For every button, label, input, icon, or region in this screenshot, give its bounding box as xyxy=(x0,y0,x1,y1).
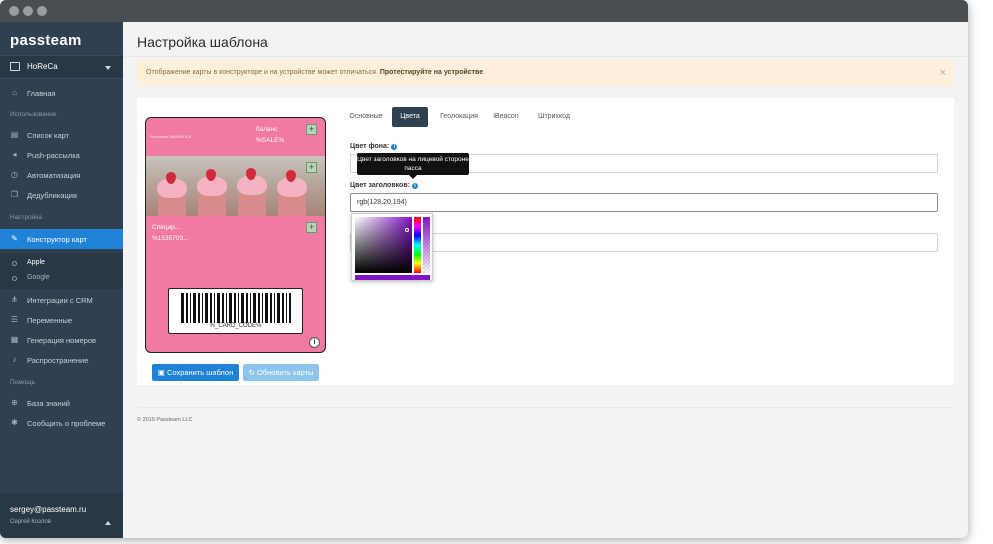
copyright: © 2019 Passteam LLC xyxy=(137,417,193,423)
color-picker[interactable] xyxy=(351,213,433,281)
barcode: %_CARD_CODE% xyxy=(168,288,303,334)
tab-barcode[interactable]: Штрихкод xyxy=(531,107,577,127)
cart-icon: ▤ xyxy=(10,130,19,139)
card-preview: Passteam DASHBOCK баланс %SALE% + + Спец… xyxy=(145,117,326,353)
copy-icon: ❐ xyxy=(10,190,19,199)
section-help: Помощь xyxy=(10,379,36,386)
card-preview-panel: Passteam DASHBOCK баланс %SALE% + + Спец… xyxy=(137,98,333,385)
refresh-cards-button[interactable]: ↻ Обновить карты xyxy=(243,364,319,381)
sidebar-item-home[interactable]: ⌂ Главная xyxy=(0,83,123,103)
app-window: passteam HoReCa ⌂ Главная Использование … xyxy=(0,0,968,538)
alert-link[interactable]: Протестируйте на устройстве xyxy=(380,69,483,76)
sidebar-item-push[interactable]: ◂ Push-рассылка xyxy=(0,145,123,165)
sidebar-item-automation[interactable]: ◷ Автоматизация xyxy=(0,165,123,185)
card-balance-value: %SALE% xyxy=(256,137,285,144)
help-icon[interactable]: i xyxy=(411,183,418,189)
hue-slider[interactable] xyxy=(414,217,421,273)
header-color-input[interactable]: rgb(128,20,194) xyxy=(350,193,938,212)
sidebar-item-constructor[interactable]: ✎ Конструктор карт xyxy=(0,229,123,249)
tab-geolocation[interactable]: Геолокация xyxy=(434,107,484,127)
megaphone-icon: ◂ xyxy=(12,150,17,159)
maximize-window-button[interactable] xyxy=(37,6,47,16)
sidebar-item-report[interactable]: ✱ Сообщить о проблеме xyxy=(0,413,123,433)
logo: passteam xyxy=(10,32,82,49)
sidebar-item-variables[interactable]: ☰ Переменные xyxy=(0,310,123,330)
card-balance-label: баланс xyxy=(256,126,278,133)
alpha-slider[interactable] xyxy=(423,217,430,273)
add-image-icon[interactable]: + xyxy=(306,162,317,173)
minimize-window-button[interactable] xyxy=(23,6,33,16)
help-icon[interactable]: i xyxy=(391,144,398,150)
bg-color-label: Цвет фона: i xyxy=(350,143,398,150)
barcode-icon xyxy=(181,293,291,323)
bug-icon: ✱ xyxy=(11,418,18,427)
main-content: Настройка шаблона Отображение карты в ко… xyxy=(123,22,968,538)
chevron-up-icon xyxy=(105,521,111,525)
constructor-submenu: Apple Google xyxy=(0,253,123,289)
radio-icon xyxy=(12,276,17,281)
sidebar-item-dedup[interactable]: ❐ Дедубликация xyxy=(0,185,123,205)
org-name: HoReCa xyxy=(27,62,58,71)
card-secondary-label: Специр... xyxy=(152,224,181,231)
card-strip-image: + xyxy=(146,156,325,216)
submenu-apple[interactable]: Apple xyxy=(0,256,123,271)
tab-basic[interactable]: Основные xyxy=(341,107,391,127)
radio-icon xyxy=(12,261,17,266)
label-color-input[interactable] xyxy=(350,233,938,252)
barcode-text: %_CARD_CODE% xyxy=(209,323,262,329)
chevron-down-icon xyxy=(105,66,111,70)
page-title: Настройка шаблона xyxy=(137,34,268,50)
close-window-button[interactable] xyxy=(9,6,19,16)
close-icon[interactable]: × xyxy=(940,67,946,79)
warning-alert: Отображение карты в конструкторе и на ус… xyxy=(137,60,954,86)
tooltip: Цвет заголовков на лицевой стороне пасса xyxy=(357,153,469,179)
tab-colors[interactable]: Цвета xyxy=(392,107,428,127)
user-name: Сергей Козлов xyxy=(10,519,51,525)
title-bar xyxy=(0,0,968,22)
save-template-button[interactable]: ▣ Сохранить шаблон xyxy=(152,364,239,381)
section-settings: Настройка xyxy=(10,214,42,221)
bell-icon: ♪ xyxy=(12,355,17,364)
tab-ibeacon[interactable]: iBeacon xyxy=(490,107,522,127)
lifebuoy-icon: ⊕ xyxy=(11,398,18,407)
sidebar-item-cards[interactable]: ▤ Список карт xyxy=(0,125,123,145)
sitemap-icon: ⋔ xyxy=(11,295,18,304)
info-icon[interactable]: i xyxy=(309,337,320,348)
picker-handle[interactable] xyxy=(405,228,409,232)
settings-panel: Основные Цвета Геолокация iBeacon Штрихк… xyxy=(333,98,954,385)
clock-icon: ◷ xyxy=(11,170,18,179)
divider xyxy=(123,56,968,57)
sidebar-item-distribution[interactable]: ♪ Распространение xyxy=(0,350,123,370)
header-color-label: Цвет заголовков: i xyxy=(350,182,418,189)
brush-icon: ✎ xyxy=(11,234,18,243)
sidebar: passteam HoReCa ⌂ Главная Использование … xyxy=(0,22,123,538)
color-preview xyxy=(355,275,430,280)
sidebar-item-crm[interactable]: ⋔ Интеграции с CRM xyxy=(0,290,123,310)
divider xyxy=(137,407,954,408)
section-usage: Использование xyxy=(10,111,57,118)
card-brand: Passteam DASHBOCK xyxy=(150,134,192,139)
org-selector[interactable]: HoReCa xyxy=(0,55,123,79)
add-secondary-field-icon[interactable]: + xyxy=(306,222,317,233)
sidebar-item-knowledge[interactable]: ⊕ База знаний xyxy=(0,393,123,413)
add-field-icon[interactable]: + xyxy=(306,124,317,135)
card-secondary-value: %1535703... xyxy=(152,235,189,242)
grid-icon: ▦ xyxy=(10,335,19,344)
submenu-google[interactable]: Google xyxy=(0,271,123,286)
list-icon: ☰ xyxy=(10,315,19,324)
user-menu[interactable]: sergey@passteam.ru Сергей Козлов xyxy=(0,493,123,538)
saturation-area[interactable] xyxy=(355,217,412,273)
user-email: sergey@passteam.ru xyxy=(10,505,87,514)
sidebar-item-numbers[interactable]: ▦ Генерация номеров xyxy=(0,330,123,350)
folder-icon xyxy=(10,62,20,71)
home-icon: ⌂ xyxy=(12,88,17,97)
